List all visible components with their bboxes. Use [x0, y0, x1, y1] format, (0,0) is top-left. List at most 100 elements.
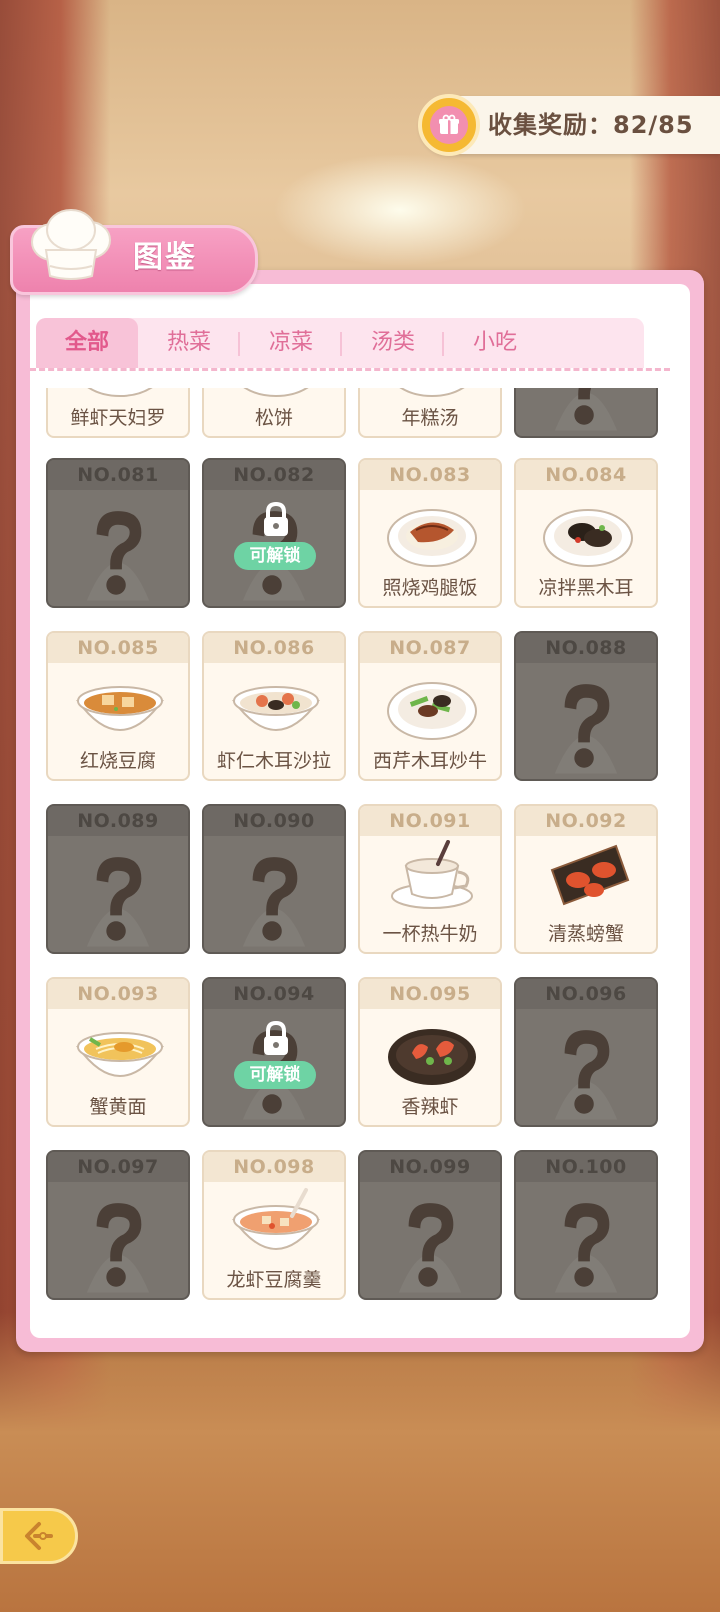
- tab-label: 全部: [64, 330, 109, 355]
- unknown-question-icon: [398, 1203, 462, 1293]
- recipe-card[interactable]: NO.082 可解锁: [202, 458, 346, 608]
- tabs-divider: [30, 368, 670, 371]
- dish-icon: [391, 840, 473, 909]
- recipe-number: NO.091: [360, 806, 500, 836]
- recipe-number: NO.082: [204, 460, 344, 490]
- recipe-name: 香辣虾: [401, 1096, 459, 1118]
- recipe-card[interactable]: NO.081: [46, 458, 190, 608]
- recipe-grid[interactable]: 鲜虾天妇罗 松饼 年糕汤 NO.081 NO.082 可解锁 NO.083 照烧鸡腿饭 NO.0…: [46, 388, 658, 1332]
- recipe-number: NO.089: [48, 806, 188, 836]
- recipe-name: 西芹木耳炒牛: [372, 750, 487, 772]
- recipe-name: 虾仁木耳沙拉: [216, 750, 331, 772]
- recipe-number: NO.098: [204, 1152, 344, 1182]
- recipe-card[interactable]: NO.093 蟹黄面: [46, 977, 190, 1127]
- unknown-question-icon: [554, 388, 618, 431]
- recipe-number: NO.086: [204, 633, 344, 663]
- recipe-name: 蟹黄面: [89, 1096, 147, 1118]
- tab-all[interactable]: 全部: [36, 318, 138, 368]
- recipe-name: 凉拌黑木耳: [538, 577, 634, 599]
- background-floor: [0, 1312, 720, 1612]
- tab-label: 汤类: [370, 330, 415, 355]
- collection-reward-button[interactable]: 收集奖励：82/85: [418, 94, 720, 156]
- back-arrow-icon: [25, 1522, 53, 1550]
- chef-hat-icon: [31, 209, 111, 280]
- recipe-name: 一杯热牛奶: [382, 923, 478, 945]
- recipe-number: NO.084: [516, 460, 656, 490]
- recipe-number: NO.090: [204, 806, 344, 836]
- recipe-number: NO.097: [48, 1152, 188, 1182]
- recipe-card[interactable]: NO.089: [46, 804, 190, 954]
- tab-label: 热菜: [166, 330, 211, 355]
- recipe-number: NO.093: [48, 979, 188, 1009]
- recipe-card[interactable]: NO.084 凉拌黑木耳: [514, 458, 658, 608]
- back-button[interactable]: [0, 1508, 78, 1564]
- recipe-card[interactable]: NO.087 西芹木耳炒牛: [358, 631, 502, 781]
- dish-icon: [387, 682, 477, 740]
- recipe-card[interactable]: NO.098 龙虾豆腐羹: [202, 1150, 346, 1300]
- unknown-question-icon: [242, 857, 306, 947]
- recipe-number: NO.096: [516, 979, 656, 1009]
- recipe-card-partial[interactable]: 鲜虾天妇罗: [46, 388, 190, 438]
- recipe-card[interactable]: NO.096: [514, 977, 658, 1127]
- recipe-number: NO.088: [516, 633, 656, 663]
- recipe-card-partial[interactable]: [514, 388, 658, 438]
- recipe-card[interactable]: NO.099: [358, 1150, 502, 1300]
- recipe-name: 鲜虾天妇罗: [70, 407, 166, 429]
- dish-icon: [399, 388, 465, 397]
- category-tabs: 全部 热菜 凉菜 汤类 小吃: [36, 318, 644, 368]
- recipe-card[interactable]: NO.097: [46, 1150, 190, 1300]
- recipe-name: 照烧鸡腿饭: [382, 577, 478, 599]
- dish-icon: [87, 388, 153, 397]
- dish-icon: [243, 388, 309, 397]
- recipe-number: NO.085: [48, 633, 188, 663]
- tab-cold-dishes[interactable]: 凉菜: [240, 318, 342, 368]
- dish-icon: [232, 686, 320, 731]
- recipe-name: 红烧豆腐: [79, 750, 156, 772]
- unlockable-badge[interactable]: 可解锁: [234, 542, 316, 570]
- recipe-card[interactable]: NO.094 可解锁: [202, 977, 346, 1127]
- gift-icon: [418, 94, 480, 156]
- dish-icon: [232, 1188, 320, 1250]
- recipe-card[interactable]: NO.083 照烧鸡腿饭: [358, 458, 502, 608]
- recipe-card[interactable]: NO.086 虾仁木耳沙拉: [202, 631, 346, 781]
- recipe-name: 清蒸螃蟹: [547, 923, 624, 945]
- recipe-number: NO.094: [204, 979, 344, 1009]
- recipe-name: 松饼: [254, 407, 293, 429]
- tab-snacks[interactable]: 小吃: [444, 318, 546, 368]
- dish-icon: [76, 686, 164, 731]
- recipe-card[interactable]: NO.095 香辣虾: [358, 977, 502, 1127]
- dish-icon: [387, 509, 477, 567]
- unknown-question-icon: [554, 1203, 618, 1293]
- tab-soups[interactable]: 汤类: [342, 318, 444, 368]
- recipe-card-partial[interactable]: 年糕汤: [358, 388, 502, 438]
- unknown-question-icon: [86, 1203, 150, 1293]
- collection-reward-label: 收集奖励：82/85: [488, 111, 694, 139]
- dish-icon: [76, 1032, 164, 1077]
- dish-icon: [388, 1029, 476, 1085]
- recipe-card[interactable]: NO.091 一杯热牛奶: [358, 804, 502, 954]
- unknown-question-icon: [554, 1030, 618, 1120]
- recipe-card[interactable]: NO.092 清蒸螃蟹: [514, 804, 658, 954]
- lock-icon: [264, 1020, 288, 1055]
- unlockable-badge[interactable]: 可解锁: [234, 1061, 316, 1089]
- dish-icon: [543, 509, 633, 567]
- recipe-number: NO.092: [516, 806, 656, 836]
- recipe-card[interactable]: NO.088: [514, 631, 658, 781]
- recipe-card[interactable]: NO.100: [514, 1150, 658, 1300]
- recipe-card[interactable]: NO.085 红烧豆腐: [46, 631, 190, 781]
- recipe-number: NO.099: [360, 1152, 500, 1182]
- recipe-number: NO.083: [360, 460, 500, 490]
- recipe-number: NO.081: [48, 460, 188, 490]
- tab-label: 凉菜: [268, 330, 313, 355]
- recipe-number: NO.100: [516, 1152, 656, 1182]
- recipe-card[interactable]: NO.090: [202, 804, 346, 954]
- recipe-name: 年糕汤: [401, 407, 459, 429]
- dish-icon: [550, 844, 630, 906]
- tab-label: 小吃: [472, 330, 517, 355]
- lock-icon: [264, 501, 288, 536]
- tab-hot-dishes[interactable]: 热菜: [138, 318, 240, 368]
- recipe-name: 龙虾豆腐羹: [226, 1269, 322, 1291]
- page-title: 图鉴: [133, 240, 197, 275]
- recipe-card-partial[interactable]: 松饼: [202, 388, 346, 438]
- unknown-question-icon: [86, 511, 150, 601]
